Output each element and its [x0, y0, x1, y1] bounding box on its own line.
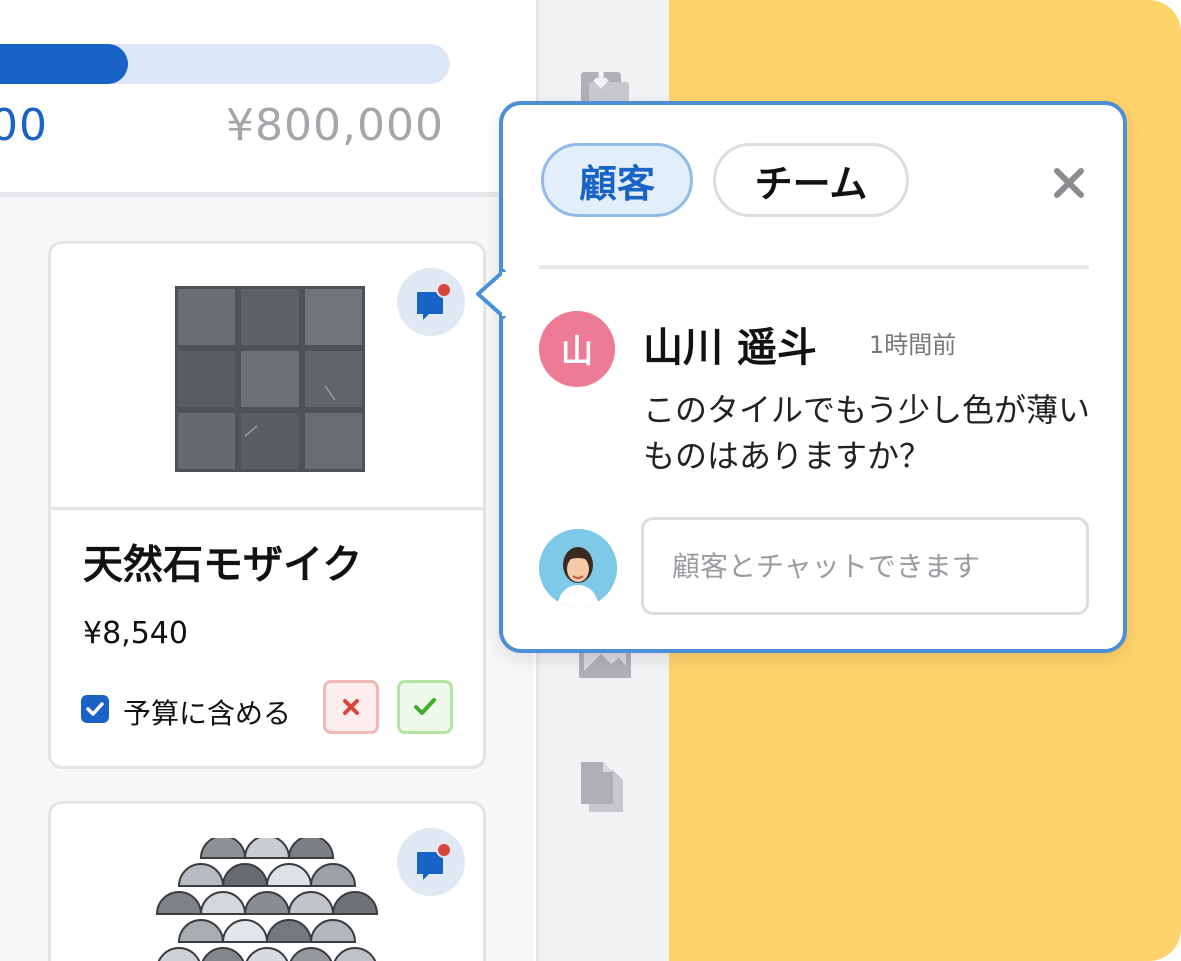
product-image-area	[51, 244, 483, 510]
reject-button[interactable]	[323, 680, 379, 734]
popover-arrow	[476, 268, 506, 320]
product-price: ¥8,540	[83, 616, 188, 651]
product-card[interactable]	[48, 801, 486, 961]
comment-bubble-icon	[417, 282, 452, 320]
message-text: このタイルでもう少し色が薄いものはありますか？	[643, 391, 1091, 475]
chat-input[interactable]	[641, 517, 1089, 615]
tab-customer[interactable]: 顧客	[541, 143, 693, 217]
stone-mosaic-image	[175, 286, 365, 472]
budget-summary: 00 ¥800,000	[0, 0, 534, 197]
person-avatar-icon	[539, 529, 617, 607]
product-card[interactable]: 天然石モザイク ¥8,540 予算に含める	[48, 241, 486, 769]
approve-button[interactable]	[397, 680, 453, 734]
checkbox-check-icon	[86, 702, 104, 716]
comment-button[interactable]	[397, 828, 465, 896]
app-frame: 00 ¥800,000 天然石モザイク ¥8,540 予算に含める 顧客 チーム…	[0, 0, 1181, 961]
x-icon	[343, 699, 359, 715]
current-user-avatar	[539, 529, 617, 607]
fan-mosaic-image	[155, 838, 379, 961]
documents-icon[interactable]	[579, 760, 629, 814]
budget-progress-fill	[0, 44, 129, 84]
budget-include-row: 予算に含める	[81, 680, 461, 736]
product-name: 天然石モザイク	[83, 542, 363, 588]
comment-bubble-icon	[417, 842, 452, 880]
message-timestamp: 1時間前	[869, 331, 957, 359]
close-button[interactable]	[1049, 163, 1089, 203]
include-in-budget-label: 予算に含める	[123, 697, 292, 730]
check-icon	[414, 698, 436, 715]
budget-spent-amount: 00	[0, 100, 48, 151]
close-icon	[1054, 168, 1084, 198]
tab-team[interactable]: チーム	[713, 143, 909, 217]
message-author: 山川 遥斗	[643, 325, 817, 371]
budget-total-amount: ¥800,000	[226, 100, 444, 151]
include-in-budget-checkbox[interactable]	[81, 695, 109, 723]
divider	[539, 265, 1089, 269]
chat-popover: 顧客 チーム 山 山川 遥斗 1時間前 このタイルでもう少し色が薄いものはありま…	[499, 101, 1127, 653]
budget-progress-bar	[0, 44, 450, 84]
avatar: 山	[539, 311, 615, 387]
comment-button[interactable]	[397, 268, 465, 336]
